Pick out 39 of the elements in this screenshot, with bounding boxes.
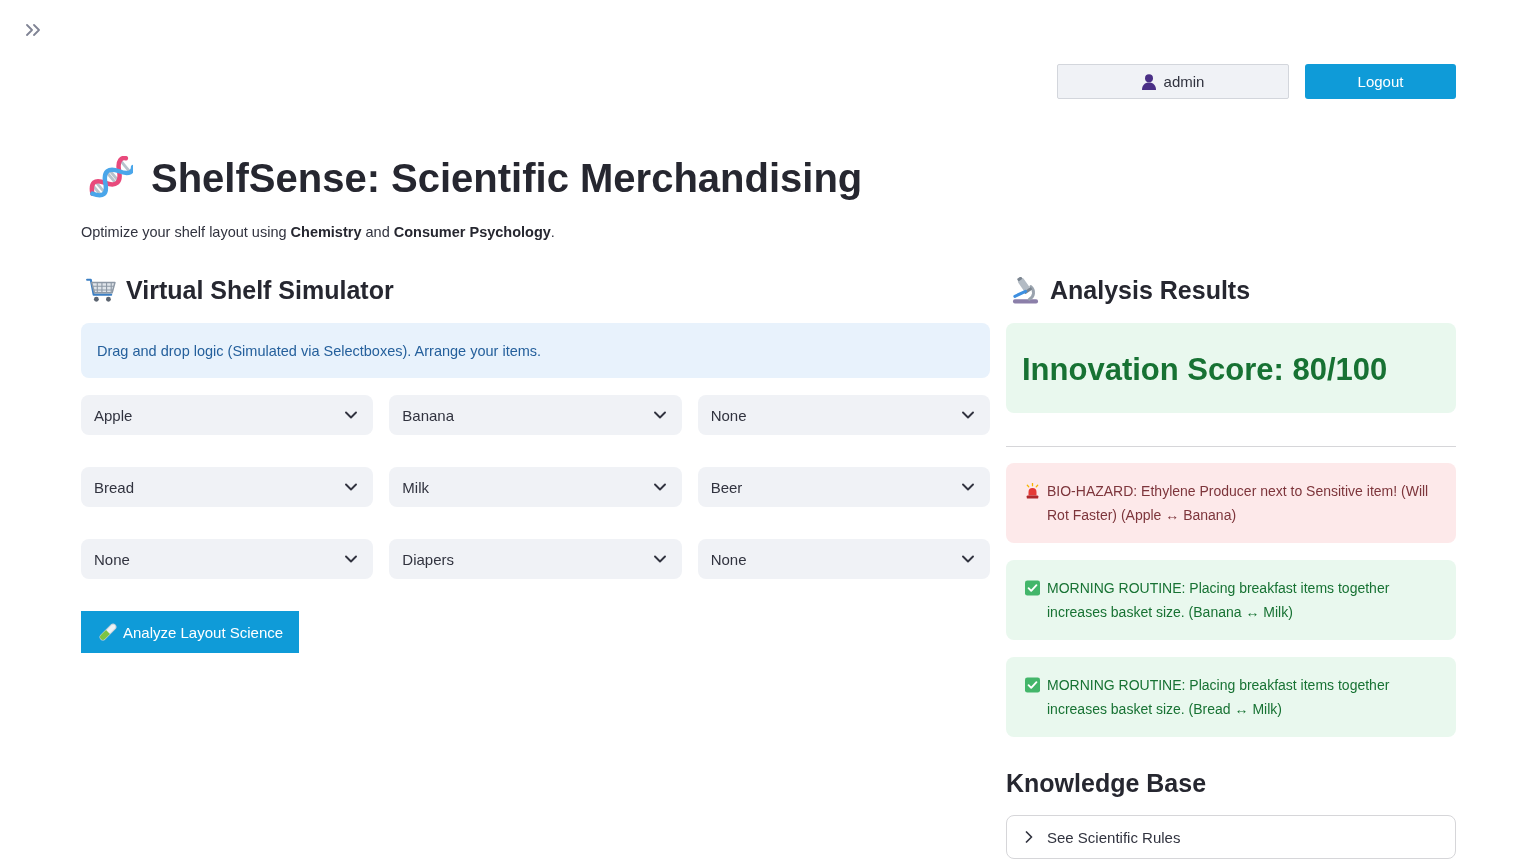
double-chevron-icon[interactable] bbox=[26, 24, 40, 36]
item-select[interactable]: None bbox=[697, 395, 990, 435]
chevron-down-icon bbox=[653, 411, 666, 419]
alert-text: BIO-HAZARD: Ethylene Producer next to Sensitive item! (Will Rot Faster) (Apple ↔ Banana) bbox=[1047, 482, 1430, 525]
chevron-down-icon bbox=[653, 555, 666, 563]
item-select[interactable]: Diapers bbox=[389, 539, 682, 579]
section-heading: Knowledge Base bbox=[1006, 768, 1208, 799]
user-icon bbox=[1141, 73, 1156, 90]
section-heading: Analysis Results bbox=[1050, 275, 1251, 306]
item-select[interactable]: Banana bbox=[389, 395, 682, 435]
chevron-down-icon bbox=[962, 483, 974, 491]
item-select[interactable]: Apple bbox=[81, 395, 374, 435]
checkmark-icon bbox=[1025, 580, 1040, 596]
chevron-down-icon bbox=[345, 483, 358, 491]
item-select[interactable]: Bread bbox=[81, 467, 374, 507]
checkmark-icon bbox=[1025, 677, 1040, 693]
alert-text: MORNING ROUTINE: Placing breakfast items together increases basket size. (Bread ↔ Milk) bbox=[1047, 676, 1391, 719]
score-text: Innovation Score: 80/100 bbox=[1022, 352, 1388, 388]
dna-icon bbox=[88, 155, 133, 201]
page-title: ShelfSense: Scientific Merchandising bbox=[151, 155, 863, 202]
chevron-down-icon bbox=[345, 555, 358, 563]
info-alert: Drag and drop logic (Simulated via Selectboxes). Arrange your items. bbox=[81, 323, 990, 378]
chevron-down-icon bbox=[345, 411, 358, 419]
siren-icon bbox=[1025, 483, 1040, 499]
item-select[interactable]: None bbox=[697, 539, 990, 579]
chevron-down-icon bbox=[962, 411, 974, 419]
subtitle-text: Optimize your shelf layout using Chemistry and Consumer Psychology. bbox=[81, 223, 556, 242]
item-select[interactable]: None bbox=[81, 539, 374, 579]
section-heading: Virtual Shelf Simulator bbox=[126, 275, 394, 306]
expander-toggle[interactable]: See Scientific Rules bbox=[1007, 816, 1455, 858]
chevron-down-icon bbox=[962, 555, 974, 563]
alert-text: MORNING ROUTINE: Placing breakfast items together increases basket size. (Banana ↔ Milk) bbox=[1047, 579, 1391, 622]
microscope-icon bbox=[1011, 276, 1040, 304]
item-select[interactable]: Milk bbox=[389, 467, 682, 507]
chevron-down-icon bbox=[653, 483, 666, 491]
test-tube-icon bbox=[99, 623, 117, 641]
item-select[interactable]: Beer bbox=[697, 467, 990, 507]
shopping-cart-icon bbox=[86, 277, 116, 303]
user-button[interactable]: admin bbox=[1057, 64, 1289, 99]
